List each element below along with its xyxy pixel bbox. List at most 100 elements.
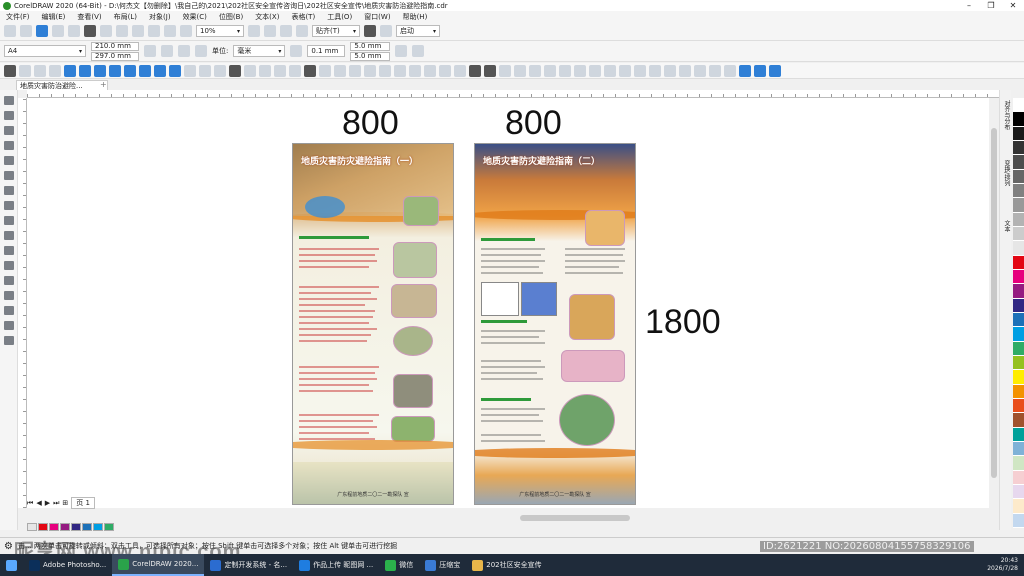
fullscreen-icon[interactable] (248, 25, 260, 37)
duplicate-x-input[interactable]: 5.0 mm (350, 41, 391, 51)
crop-tool-icon[interactable] (4, 126, 14, 135)
tool-icon-22[interactable] (529, 64, 541, 77)
search-icon[interactable] (132, 25, 144, 37)
launch-select[interactable]: 启动 (396, 25, 440, 37)
pdf-icon[interactable] (180, 25, 192, 37)
tool-icon-18[interactable] (439, 64, 451, 77)
blue-5-icon[interactable] (139, 64, 151, 77)
tool-icon-3[interactable] (184, 64, 196, 77)
tool-icon-16[interactable] (409, 64, 421, 77)
taskbar-item-upload[interactable]: 作品上传 昵图网 ... (293, 554, 379, 576)
cloud-upload-icon[interactable] (68, 25, 80, 37)
palette-swatch[interactable] (1013, 183, 1024, 199)
monitor-icon[interactable] (769, 64, 781, 77)
artistic-media-icon[interactable] (4, 171, 14, 180)
tool-icon-13[interactable] (364, 64, 376, 77)
undo-icon[interactable] (100, 25, 112, 37)
taskbar-item-wechat[interactable]: 微信 (379, 554, 419, 576)
tool-icon-21[interactable] (514, 64, 526, 77)
eyedropper-icon[interactable] (4, 306, 14, 315)
palette-swatch[interactable] (1013, 427, 1024, 442)
palette-swatch[interactable] (1013, 484, 1024, 500)
zoom-tool-icon[interactable] (4, 141, 14, 150)
gear-icon[interactable]: ⚙ (4, 541, 13, 552)
snap-to-select[interactable]: 贴齐(T) (312, 25, 360, 37)
start-button[interactable] (0, 554, 23, 576)
document-swatch[interactable] (82, 523, 92, 531)
tool-icon-31[interactable] (664, 64, 676, 77)
poster-guide-2[interactable]: 地质灾害防灾避险指南（二） 广东程前地质二〇二一勘探队 宣 (474, 143, 636, 505)
document-swatch[interactable] (27, 523, 37, 531)
docker-tab-transform[interactable]: 变换/排列 (1001, 160, 1011, 186)
add-tab-icon[interactable]: + (100, 80, 107, 89)
maximize-button[interactable]: ❐ (980, 1, 1002, 10)
tool-icon-10[interactable] (319, 64, 331, 77)
next-page-icon[interactable]: ▶ (45, 499, 50, 507)
menu-bitmaps[interactable]: 位图(B) (213, 12, 249, 22)
menu-help[interactable]: 帮助(H) (397, 12, 434, 22)
launch-icon[interactable] (380, 25, 392, 37)
palette-swatch[interactable] (1013, 384, 1024, 399)
connector-tool-icon[interactable] (4, 261, 14, 270)
palette-swatch[interactable] (1013, 441, 1024, 457)
palette-swatch[interactable] (1013, 398, 1024, 414)
options-gear-icon[interactable] (364, 25, 376, 37)
palette-swatch[interactable] (1013, 112, 1024, 127)
tool-icon-2[interactable] (49, 64, 61, 77)
blue-4-icon[interactable] (124, 64, 136, 77)
palette-swatch[interactable] (1013, 169, 1024, 184)
page-tab[interactable]: 页 1 (71, 497, 95, 509)
tool-icon-7[interactable] (259, 64, 271, 77)
redo-icon[interactable] (116, 25, 128, 37)
document-swatch[interactable] (60, 523, 70, 531)
menu-tools[interactable]: 工具(O) (321, 12, 358, 22)
palette-swatch[interactable] (1013, 355, 1024, 371)
save-icon[interactable] (36, 25, 48, 37)
palette-swatch[interactable] (1013, 413, 1024, 428)
pick-tool-icon[interactable] (4, 64, 16, 77)
document-swatch[interactable] (71, 523, 81, 531)
rectangle-tool-icon[interactable] (4, 186, 14, 195)
tool-icon-1[interactable] (34, 64, 46, 77)
document-tab[interactable]: 地质灾害防治避险... (16, 80, 108, 90)
interactive-fill-icon[interactable] (4, 321, 14, 330)
menu-object[interactable]: 对象(J) (143, 12, 177, 22)
tool-icon-8[interactable] (274, 64, 286, 77)
taskbar-item-coreldraw[interactable]: CorelDRAW 2020... (112, 554, 205, 576)
minimize-button[interactable]: – (958, 1, 980, 10)
palette-swatch[interactable] (1013, 499, 1024, 514)
export-icon[interactable] (164, 25, 176, 37)
horizontal-scrollbar[interactable] (120, 514, 990, 522)
menu-window[interactable]: 窗口(W) (358, 12, 396, 22)
blue-7-icon[interactable] (169, 64, 181, 77)
docker-tab-text[interactable]: 文本 (1001, 220, 1011, 232)
palette-swatch[interactable] (1013, 126, 1024, 141)
polygon-tool-icon[interactable] (4, 216, 14, 225)
target-icon[interactable] (229, 64, 241, 77)
tool-icon-19[interactable] (454, 64, 466, 77)
tool-icon-23[interactable] (544, 64, 556, 77)
double-right-arrow-icon[interactable] (754, 64, 766, 77)
palette-swatch[interactable] (1013, 255, 1024, 270)
add-page-icon[interactable]: ⊞ (62, 499, 68, 507)
tool-icon-17[interactable] (424, 64, 436, 77)
menu-edit[interactable]: 编辑(E) (36, 12, 72, 22)
taskbar-item-photoshop[interactable]: Adobe Photosho... (23, 554, 112, 576)
palette-swatch[interactable] (1013, 155, 1024, 170)
document-swatch[interactable] (49, 523, 59, 531)
page-border-icon[interactable] (395, 45, 408, 57)
palette-swatch[interactable] (1013, 140, 1024, 156)
pick-tool-icon[interactable] (4, 96, 14, 105)
document-swatch[interactable] (104, 523, 114, 531)
palette-swatch[interactable] (1013, 241, 1024, 256)
last-page-icon[interactable]: ⏭ (53, 499, 59, 508)
close-button[interactable]: ✕ (1002, 1, 1024, 10)
page-size-select[interactable]: A4 (4, 45, 86, 57)
palette-swatch[interactable] (1013, 98, 1024, 113)
palette-swatch[interactable] (1013, 370, 1024, 385)
palette-swatch[interactable] (1013, 284, 1024, 299)
tool-icon-28[interactable] (619, 64, 631, 77)
zoom-level-select[interactable]: 10% (196, 25, 244, 37)
add-page-icon[interactable] (412, 45, 425, 57)
vertical-scrollbar[interactable] (989, 98, 999, 508)
